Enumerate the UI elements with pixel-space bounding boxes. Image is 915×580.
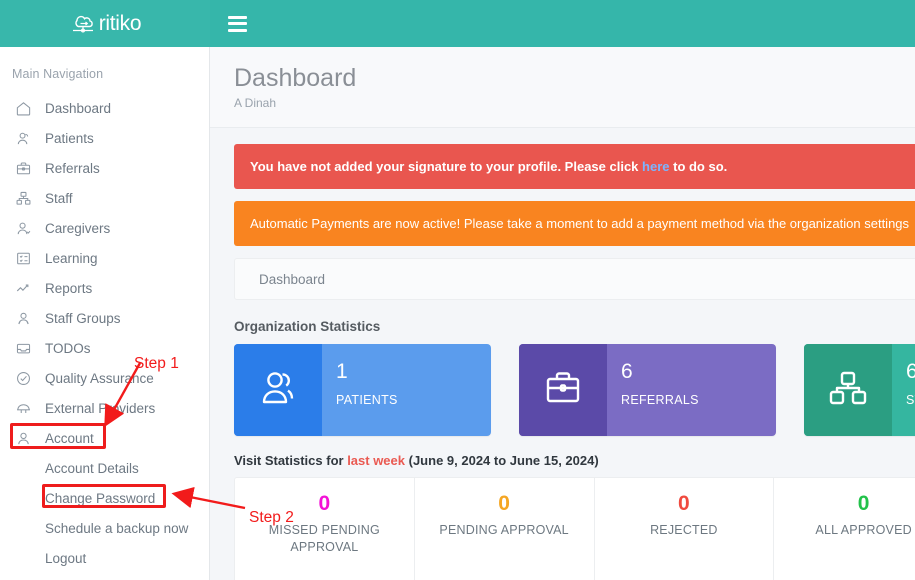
annotation-overlay <box>0 0 915 580</box>
app-root: ritiko Main Navigation Dashboard Patient… <box>0 0 915 580</box>
